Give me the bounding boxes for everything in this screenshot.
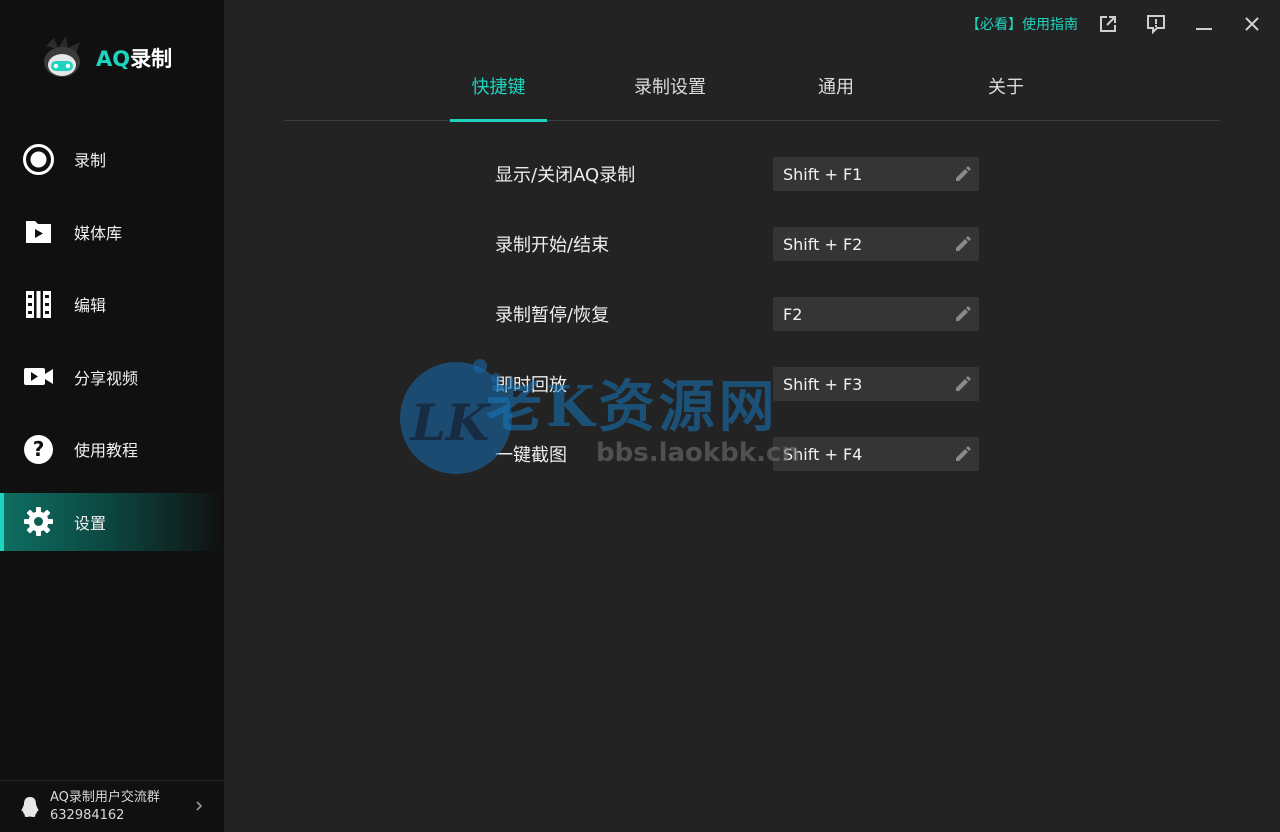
shortcut-key-value: Shift + F4 — [783, 444, 863, 464]
minimize-icon — [1196, 28, 1212, 30]
user-guide-link[interactable]: 【必看】使用指南 — [966, 14, 1078, 34]
shortcut-row: 录制暂停/恢复 F2 — [495, 297, 979, 331]
title-bar: 【必看】使用指南 — [966, 10, 1266, 38]
shortcut-label: 即时回放 — [495, 375, 567, 396]
sidebar-item-record[interactable]: 录制 — [0, 130, 224, 188]
sidebar-nav: 录制 媒体库 编辑 分享视频 ? 使用教程 设置 — [0, 130, 224, 565]
video-camera-icon — [22, 360, 55, 393]
shortcut-key-field[interactable]: Shift + F3 — [773, 367, 979, 401]
gear-icon — [22, 505, 55, 538]
feedback-button[interactable] — [1142, 10, 1170, 38]
shortcut-label: 显示/关闭AQ录制 — [495, 165, 636, 186]
sidebar-item-label: 媒体库 — [74, 223, 123, 243]
pencil-icon[interactable] — [953, 444, 973, 464]
tab-shortcuts[interactable]: 快捷键 — [450, 68, 547, 122]
sidebar-item-label: 录制 — [74, 151, 107, 170]
shortcut-row: 即时回放 Shift + F3 — [495, 367, 979, 401]
sidebar-item-label: 设置 — [74, 513, 107, 533]
sidebar-item-label: 分享视频 — [74, 368, 139, 388]
group-name: AQ录制用户交流群 — [50, 789, 160, 805]
sidebar: AQ录制 录制 媒体库 编辑 分享视频 ? 使用教程 设置 AQ录制用户交流群 … — [0, 0, 224, 832]
shortcut-key-field[interactable]: Shift + F1 — [773, 157, 979, 191]
shortcut-key-value: Shift + F1 — [783, 164, 863, 184]
shortcut-label: 录制暂停/恢复 — [495, 305, 610, 326]
shortcut-key-value: Shift + F2 — [783, 234, 863, 254]
shortcut-key-field[interactable]: F2 — [773, 297, 979, 331]
shortcut-key-field[interactable]: Shift + F2 — [773, 227, 979, 261]
sidebar-item-edit[interactable]: 编辑 — [0, 275, 224, 333]
svg-text:LK: LK — [409, 393, 492, 452]
shortcut-list: 显示/关闭AQ录制 Shift + F1 录制开始/结束 Shift + F2 … — [495, 157, 979, 507]
app-logo: AQ录制 — [40, 36, 172, 80]
group-info: AQ录制用户交流群 632984162 — [50, 789, 160, 825]
feedback-icon — [1147, 15, 1165, 34]
external-link-icon — [1100, 16, 1116, 32]
group-number: 632984162 — [50, 807, 125, 823]
help-icon: ? — [22, 433, 55, 466]
sidebar-item-media-library[interactable]: 媒体库 — [0, 203, 224, 261]
mascot-logo-icon — [44, 36, 80, 77]
shortcut-label: 一键截图 — [495, 445, 567, 466]
minimize-button[interactable] — [1190, 10, 1218, 38]
shortcut-row: 一键截图 Shift + F4 — [495, 437, 979, 471]
tab-about[interactable]: 关于 — [976, 68, 1036, 121]
shortcut-key-value: F2 — [783, 304, 803, 324]
shortcut-row: 录制开始/结束 Shift + F2 — [495, 227, 979, 261]
film-edit-icon — [22, 288, 55, 321]
media-folder-icon — [22, 215, 55, 248]
close-button[interactable] — [1238, 10, 1266, 38]
record-icon — [22, 143, 55, 176]
qq-penguin-icon — [21, 796, 39, 817]
close-icon — [1245, 17, 1259, 31]
app-title: AQ录制 — [96, 47, 173, 71]
user-group-link[interactable]: AQ录制用户交流群 632984162 — [0, 780, 224, 832]
open-external-button[interactable] — [1094, 10, 1122, 38]
sidebar-item-settings[interactable]: 设置 — [0, 492, 224, 551]
svg-text:?: ? — [33, 437, 45, 461]
sidebar-item-share-video[interactable]: 分享视频 — [0, 348, 224, 406]
pencil-icon[interactable] — [953, 164, 973, 184]
sidebar-item-tutorial[interactable]: ? 使用教程 — [0, 420, 224, 478]
shortcut-key-value: Shift + F3 — [783, 374, 863, 394]
shortcut-label: 录制开始/结束 — [495, 235, 610, 256]
tab-record-settings[interactable]: 录制设置 — [620, 68, 720, 121]
shortcut-row: 显示/关闭AQ录制 Shift + F1 — [495, 157, 979, 191]
tab-general[interactable]: 通用 — [806, 68, 866, 121]
settings-tabs: 快捷键 录制设置 通用 关于 — [284, 68, 1220, 122]
pencil-icon[interactable] — [953, 234, 973, 254]
sidebar-item-label: 编辑 — [74, 296, 107, 315]
pencil-icon[interactable] — [953, 304, 973, 324]
sidebar-item-label: 使用教程 — [74, 441, 139, 460]
chevron-right-icon — [196, 801, 203, 811]
shortcut-key-field[interactable]: Shift + F4 — [773, 437, 979, 471]
pencil-icon[interactable] — [953, 374, 973, 394]
